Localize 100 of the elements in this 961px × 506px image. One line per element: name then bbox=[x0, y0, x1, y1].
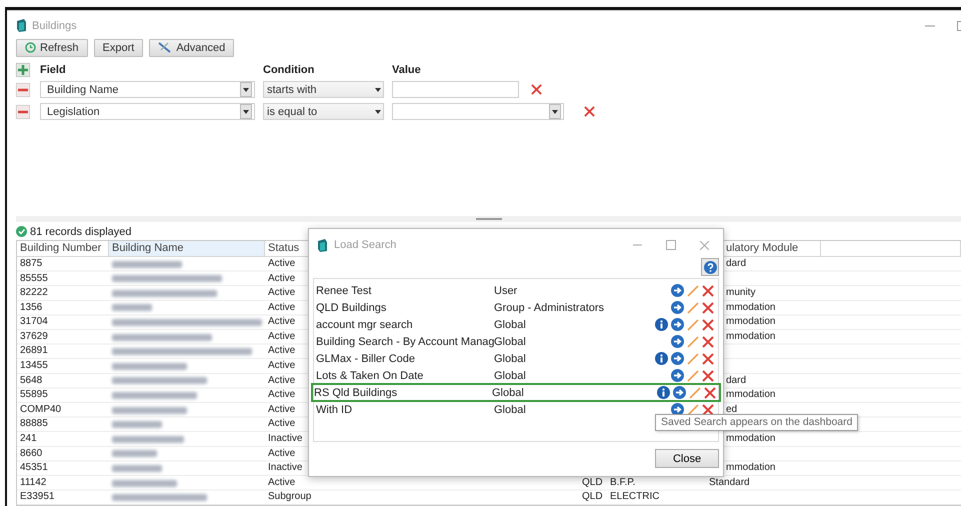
condition-dropdown[interactable]: is equal to bbox=[263, 103, 384, 120]
delete-icon[interactable] bbox=[702, 404, 714, 416]
arrow-circle-icon[interactable] bbox=[671, 301, 684, 314]
table-cell-text: 31704 bbox=[20, 315, 48, 330]
dropdown-arrow-icon[interactable] bbox=[552, 110, 558, 114]
table-cell-text: Inactive bbox=[268, 461, 302, 476]
search-scope: Global bbox=[494, 336, 527, 348]
arrow-circle-icon[interactable] bbox=[671, 369, 684, 382]
table-cell-text: mmodation bbox=[726, 315, 776, 330]
add-icon[interactable] bbox=[16, 62, 30, 77]
search-name[interactable]: GLMax - Biller Code bbox=[316, 352, 494, 364]
refresh-icon bbox=[25, 42, 36, 54]
arrow-circle-icon[interactable] bbox=[671, 352, 684, 365]
info-icon[interactable] bbox=[655, 352, 668, 365]
app-logo-icon bbox=[16, 19, 27, 32]
table-cell-text: Active bbox=[268, 300, 296, 315]
table-cell-text: Active bbox=[268, 402, 296, 417]
column-header[interactable]: Building Number bbox=[17, 240, 109, 257]
search-scope: Global bbox=[494, 404, 527, 416]
delete-icon[interactable] bbox=[702, 336, 714, 348]
table-cell-text: dard bbox=[726, 374, 746, 388]
info-icon[interactable] bbox=[655, 318, 668, 331]
search-name[interactable]: RS Qld Buildings bbox=[314, 386, 492, 398]
dropdown-arrow-icon[interactable] bbox=[375, 110, 381, 114]
table-cell-text: 55895 bbox=[20, 388, 48, 402]
table-cell-text: 1356 bbox=[20, 300, 42, 315]
table-cell-text: Active bbox=[268, 330, 296, 344]
close-icon[interactable] bbox=[700, 240, 709, 250]
table-cell-text: Active bbox=[268, 344, 296, 358]
delete-icon[interactable] bbox=[702, 284, 714, 296]
close-button[interactable]: Close bbox=[655, 449, 719, 468]
maximize-icon[interactable] bbox=[666, 240, 676, 250]
table-cell-text: 88885 bbox=[20, 417, 48, 432]
blurred-text bbox=[112, 480, 177, 487]
table-cell-text: Active bbox=[268, 374, 296, 388]
dialog-title: Load Search bbox=[334, 239, 398, 251]
table-cell-text: Active bbox=[268, 446, 296, 461]
delete-icon[interactable] bbox=[704, 386, 716, 398]
arrow-circle-icon[interactable] bbox=[673, 386, 686, 399]
delete-icon[interactable] bbox=[584, 106, 595, 118]
tooltip: Saved Search appears on the dashboard bbox=[655, 414, 858, 431]
table-cell-text: 8660 bbox=[20, 446, 42, 461]
check-icon bbox=[16, 226, 27, 238]
toolbar-button[interactable]: Refresh bbox=[16, 38, 88, 57]
table-cell-text: E33951 bbox=[20, 490, 54, 504]
field-dropdown[interactable]: Building Name bbox=[40, 81, 255, 98]
toolbar-button[interactable]: Export bbox=[94, 38, 144, 57]
search-scope: Global bbox=[494, 370, 527, 382]
table-cell-text: 5648 bbox=[20, 374, 42, 388]
delete-icon[interactable] bbox=[702, 302, 714, 314]
table-cell-text: Active bbox=[268, 272, 296, 286]
delete-icon[interactable] bbox=[531, 84, 542, 96]
minimize-icon[interactable] bbox=[633, 242, 642, 248]
table-cell-text: Inactive bbox=[268, 432, 302, 446]
delete-icon[interactable] bbox=[702, 318, 714, 330]
arrow-circle-icon[interactable] bbox=[671, 284, 684, 297]
blurred-text bbox=[112, 260, 182, 268]
dropdown-arrow-icon[interactable] bbox=[243, 88, 249, 92]
search-name[interactable]: account mgr search bbox=[316, 318, 494, 330]
search-name[interactable]: QLD Buildings bbox=[316, 302, 494, 314]
wrench-icon bbox=[158, 42, 172, 54]
blurred-text bbox=[112, 450, 157, 458]
table-cell-text: munity bbox=[726, 286, 756, 300]
table-cell-text: Standard bbox=[709, 476, 750, 490]
pencil-icon[interactable] bbox=[687, 404, 699, 416]
value-input[interactable] bbox=[392, 81, 519, 98]
search-name[interactable]: Renee Test bbox=[316, 284, 494, 296]
dropdown-arrow-icon[interactable] bbox=[243, 110, 249, 114]
table-cell-text: QLD bbox=[582, 476, 603, 490]
table-cell-text: B.F.P. bbox=[610, 476, 636, 490]
blurred-text bbox=[112, 421, 162, 428]
info-icon[interactable] bbox=[657, 386, 670, 399]
arrow-circle-icon[interactable] bbox=[671, 318, 684, 331]
table-cell-text: 241 bbox=[20, 432, 37, 446]
delete-icon[interactable] bbox=[702, 352, 714, 364]
delete-icon[interactable] bbox=[702, 370, 714, 382]
search-name[interactable]: With ID bbox=[316, 404, 494, 416]
table-cell-text: Active bbox=[268, 388, 296, 402]
blurred-text bbox=[112, 304, 152, 312]
arrow-circle-icon[interactable] bbox=[671, 335, 684, 348]
search-name[interactable]: Lots & Taken On Date bbox=[316, 370, 494, 382]
condition-dropdown[interactable]: starts with bbox=[263, 81, 384, 98]
search-name[interactable]: Building Search - By Account Manag bbox=[316, 336, 494, 348]
help-button[interactable] bbox=[701, 258, 719, 276]
records-count: 81 records displayed bbox=[30, 226, 132, 238]
table-cell-text: ed bbox=[726, 402, 738, 417]
remove-icon[interactable] bbox=[16, 82, 30, 97]
remove-icon[interactable] bbox=[16, 104, 30, 119]
field-dropdown[interactable]: Legislation bbox=[40, 103, 255, 120]
table-cell-text: mmodation bbox=[726, 388, 776, 402]
table-cell-text: Active bbox=[268, 315, 296, 330]
column-header[interactable]: Building Name bbox=[109, 240, 265, 257]
minimize-icon[interactable] bbox=[925, 22, 935, 29]
dropdown-arrow-icon[interactable] bbox=[375, 88, 381, 92]
table-cell-text: ELECTRIC bbox=[610, 490, 660, 504]
toolbar-button[interactable]: Advanced bbox=[149, 38, 234, 57]
table-cell-text: QLD bbox=[582, 490, 603, 504]
table-cell-text: COMP40 bbox=[20, 402, 62, 417]
table-cell-text: 8875 bbox=[20, 256, 42, 271]
highlighted-row[interactable]: RS Qld Buildings Global bbox=[312, 384, 720, 401]
